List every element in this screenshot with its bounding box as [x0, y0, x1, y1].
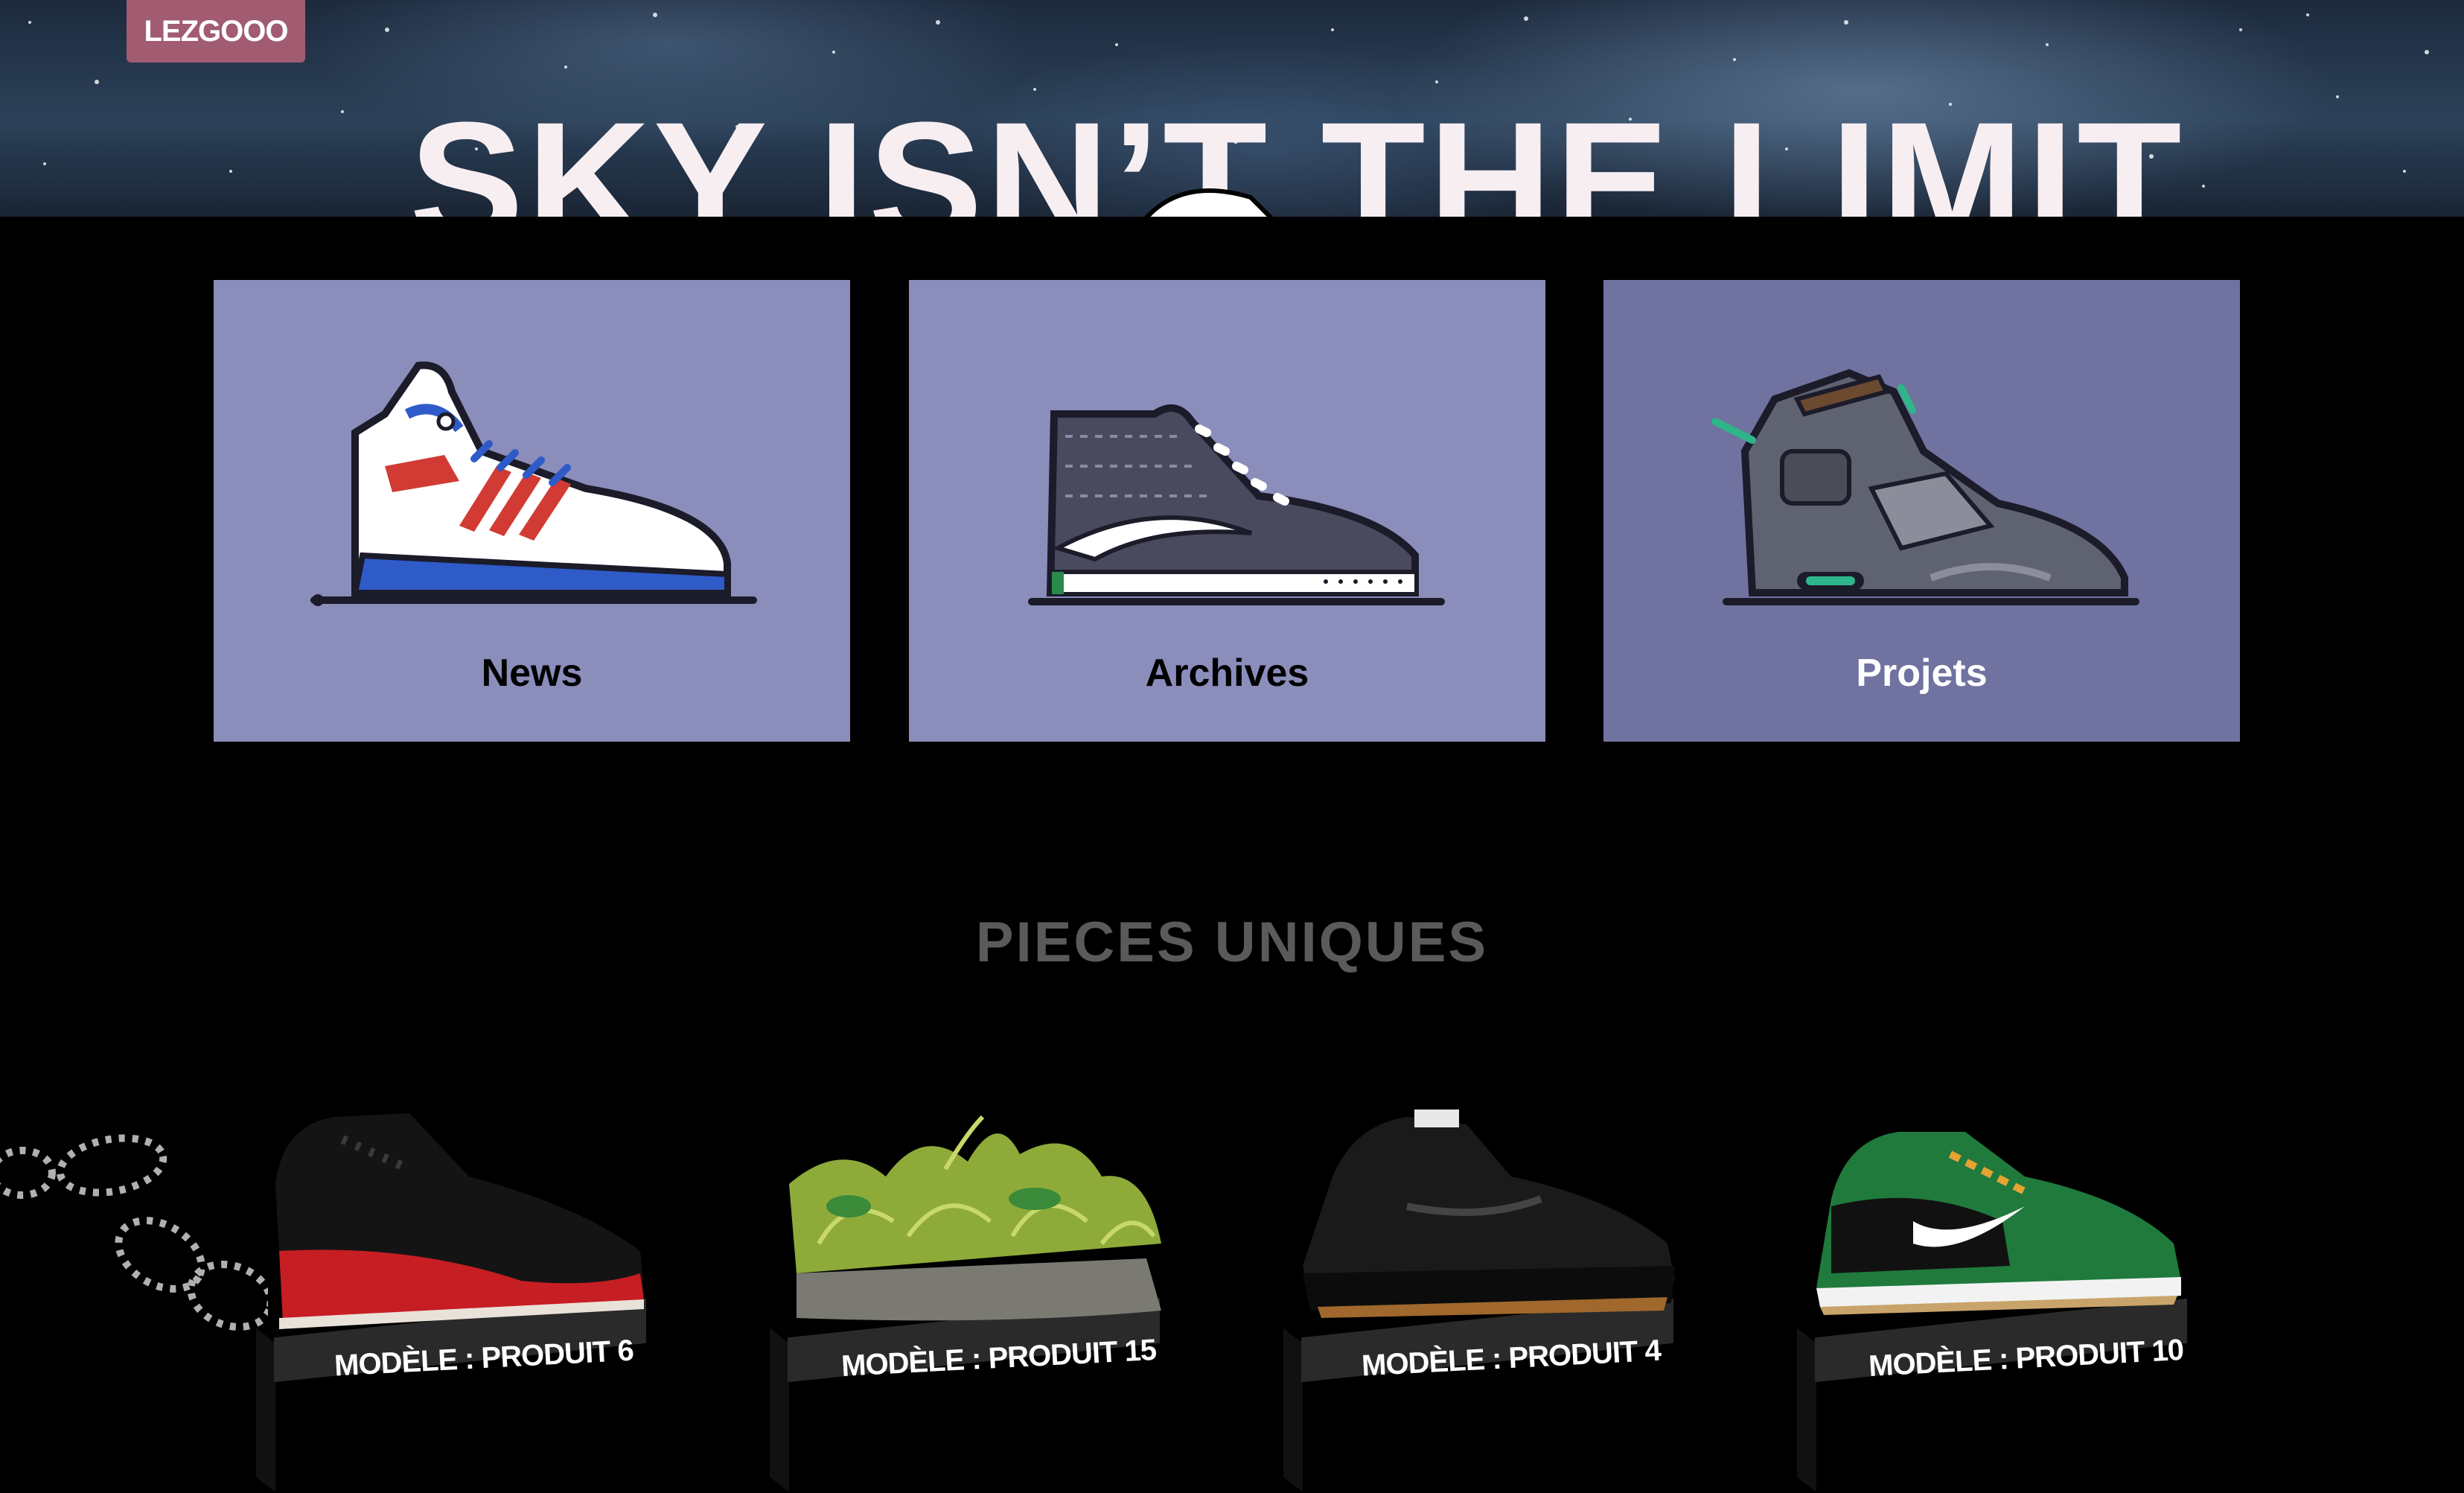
- astronaut-helmet-icon: [1144, 188, 1274, 217]
- category-label-archives: Archives: [1145, 652, 1309, 695]
- brand-logo-button[interactable]: LEZGOOO: [127, 0, 305, 63]
- product-card-10[interactable]: MODÈLE : PRODUIT 10: [1797, 1095, 2218, 1492]
- hero-banner: LEZGOOO SKY ISN’T THE LIMIT: [0, 0, 2464, 217]
- section-title: PIECES UNIQUES: [975, 911, 1489, 974]
- product-pedestal: [770, 1298, 1160, 1492]
- black-runner-sneaker-image: [1303, 1110, 1675, 1318]
- green-fur-sneaker-image: [789, 1115, 1161, 1321]
- category-label-projets: Projets: [1856, 652, 1988, 695]
- red-black-sneaker-image: [275, 1113, 644, 1329]
- category-card-projets[interactable]: Projets: [1603, 280, 2240, 742]
- product-card-15[interactable]: MODÈLE : PRODUIT 15: [770, 1095, 1191, 1492]
- product-pedestal: [256, 1298, 646, 1492]
- category-label-news: News: [481, 652, 583, 695]
- category-card-news[interactable]: News: [214, 280, 850, 742]
- hero-title: SKY ISN’T THE LIMIT: [409, 86, 2185, 217]
- product-pedestal: [1797, 1298, 2187, 1492]
- footprints-icon: [0, 1134, 268, 1331]
- product-card-4[interactable]: MODÈLE : PRODUIT 4: [1283, 1095, 1705, 1492]
- green-black-low-sneaker-image: [1816, 1132, 2181, 1315]
- category-card-archives[interactable]: Archives: [909, 280, 1545, 742]
- product-card-6[interactable]: MODÈLE : PRODUIT 6: [256, 1095, 677, 1492]
- product-pedestal: [1283, 1298, 1673, 1492]
